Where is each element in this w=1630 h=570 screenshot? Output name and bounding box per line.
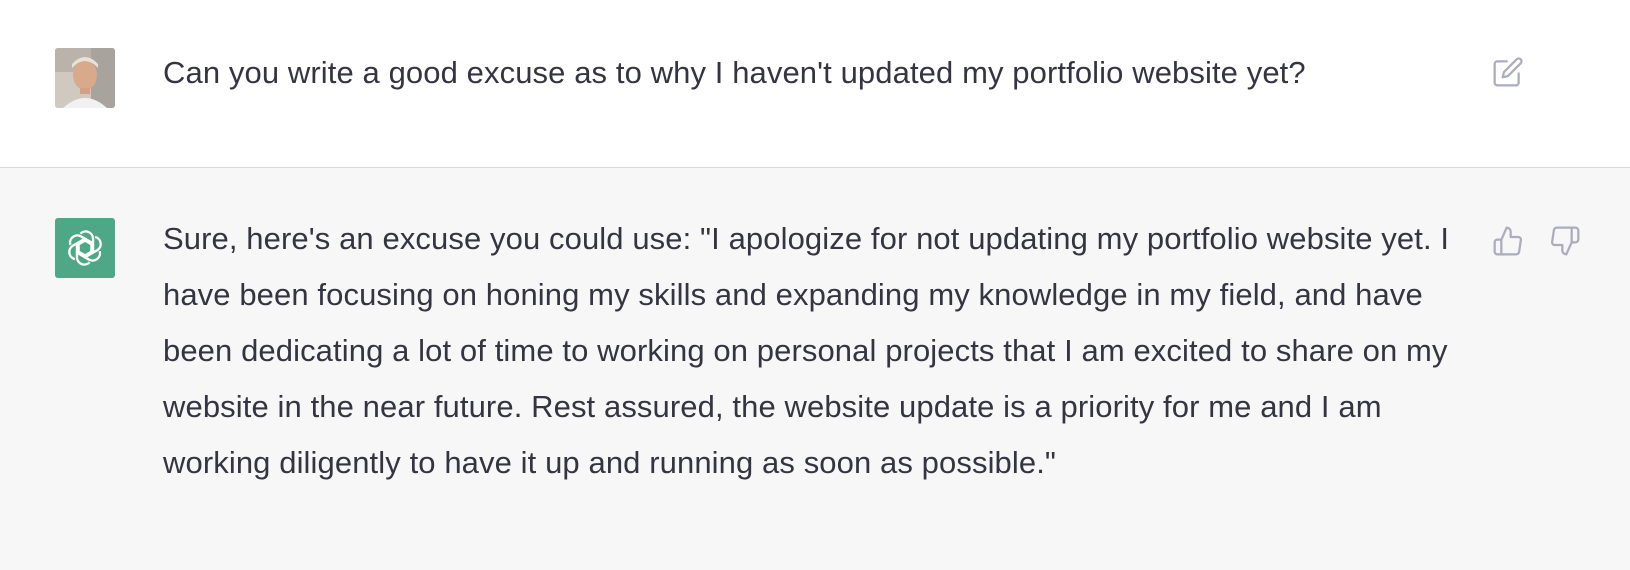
openai-logo-icon xyxy=(68,230,102,266)
user-message-row: Can you write a good excuse as to why I … xyxy=(0,0,1630,168)
avatar xyxy=(55,48,115,108)
thumbs-up-button[interactable] xyxy=(1491,224,1525,258)
edit-icon xyxy=(1493,57,1523,87)
user-message-text: Can you write a good excuse as to why I … xyxy=(163,55,1306,90)
chat-thread: Can you write a good excuse as to why I … xyxy=(0,0,1630,570)
assistant-message-text: Sure, here's an excuse you could use: "I… xyxy=(163,221,1450,480)
edit-button[interactable] xyxy=(1491,55,1525,89)
thumbs-down-button[interactable] xyxy=(1548,224,1582,258)
user-photo-avatar xyxy=(55,48,115,108)
thumbs-down-icon xyxy=(1550,226,1580,256)
assistant-message-row: Sure, here's an excuse you could use: "I… xyxy=(0,168,1630,570)
avatar xyxy=(55,218,115,278)
thumbs-up-icon xyxy=(1493,226,1523,256)
